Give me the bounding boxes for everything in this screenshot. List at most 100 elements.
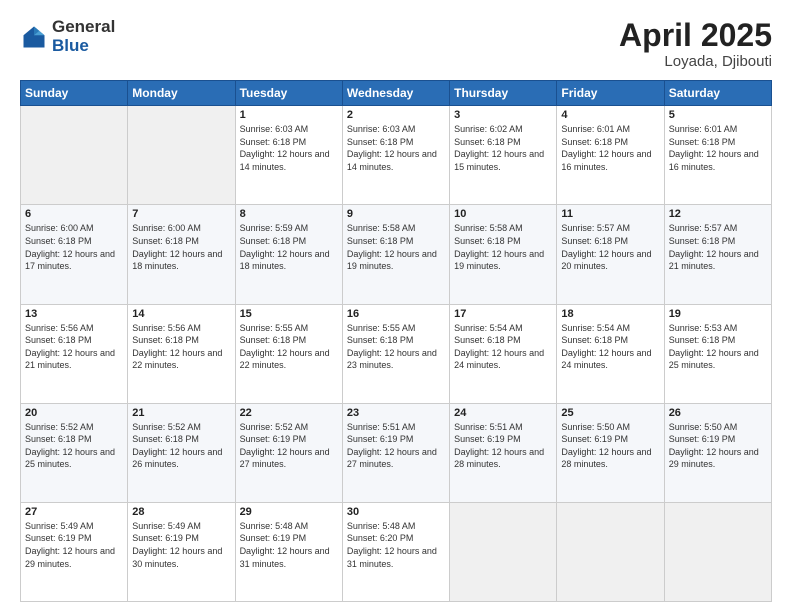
- day-cell: [21, 106, 128, 205]
- day-number: 20: [25, 407, 123, 419]
- page: General Blue April 2025 Loyada, Djibouti…: [0, 0, 792, 612]
- day-cell: 20Sunrise: 5:52 AM Sunset: 6:18 PM Dayli…: [21, 403, 128, 502]
- month-title: April 2025: [619, 18, 772, 53]
- weekday-header-thursday: Thursday: [450, 81, 557, 106]
- day-info: Sunrise: 5:51 AM Sunset: 6:19 PM Dayligh…: [347, 421, 445, 471]
- day-info: Sunrise: 6:01 AM Sunset: 6:18 PM Dayligh…: [669, 123, 767, 173]
- day-number: 24: [454, 407, 552, 419]
- day-cell: 25 Sunrise: 5:50 AM Sunset: 6:19 PM Dayli…: [557, 403, 664, 502]
- weekday-header-friday: Friday: [557, 81, 664, 106]
- day-number: 25: [561, 407, 659, 419]
- day-info: Sunrise: 5:48 AM Sunset: 6:20 PM Dayligh…: [347, 520, 445, 570]
- day-number: 10: [454, 208, 552, 220]
- day-cell: [557, 502, 664, 601]
- logo-icon: [20, 23, 48, 51]
- day-cell: 16 Sunrise: 5:55 AM Sunset: 6:18 PM Dayli…: [342, 304, 449, 403]
- day-cell: 10 Sunrise: 5:58 AM Sunset: 6:18 PM Dayli…: [450, 205, 557, 304]
- day-cell: [664, 502, 771, 601]
- day-cell: 2 Sunrise: 6:03 AM Sunset: 6:18 PM Daylig…: [342, 106, 449, 205]
- weekday-header-wednesday: Wednesday: [342, 81, 449, 106]
- day-info: Sunrise: 6:02 AM Sunset: 6:18 PM Dayligh…: [454, 123, 552, 173]
- day-cell: 22 Sunrise: 5:52 AM Sunset: 6:19 PM Dayli…: [235, 403, 342, 502]
- day-number: 28: [132, 506, 230, 518]
- day-number: 2: [347, 109, 445, 121]
- day-cell: [128, 106, 235, 205]
- day-number: 29: [240, 506, 338, 518]
- day-number: 7: [132, 208, 230, 220]
- day-number: 26: [669, 407, 767, 419]
- day-number: 12: [669, 208, 767, 220]
- logo-text: General Blue: [52, 18, 115, 55]
- day-cell: 27 Sunrise: 5:49 AM Sunset: 6:19 PM Dayli…: [21, 502, 128, 601]
- day-cell: 8Sunrise: 5:59 AM Sunset: 6:18 PM Daylig…: [235, 205, 342, 304]
- day-cell: 1 Sunrise: 6:03 AM Sunset: 6:18 PM Daylig…: [235, 106, 342, 205]
- day-info: Sunrise: 5:52 AM Sunset: 6:18 PM Dayligh…: [132, 421, 230, 471]
- day-cell: 13Sunrise: 5:56 AM Sunset: 6:18 PM Dayli…: [21, 304, 128, 403]
- title-area: April 2025 Loyada, Djibouti: [619, 18, 772, 70]
- day-number: 19: [669, 308, 767, 320]
- day-number: 16: [347, 308, 445, 320]
- day-number: 11: [561, 208, 659, 220]
- day-cell: 15Sunrise: 5:55 AM Sunset: 6:18 PM Dayli…: [235, 304, 342, 403]
- day-number: 18: [561, 308, 659, 320]
- day-number: 5: [669, 109, 767, 121]
- day-number: 22: [240, 407, 338, 419]
- day-cell: 29 Sunrise: 5:48 AM Sunset: 6:19 PM Dayli…: [235, 502, 342, 601]
- week-row-5: 27 Sunrise: 5:49 AM Sunset: 6:19 PM Dayli…: [21, 502, 772, 601]
- day-info: Sunrise: 5:57 AM Sunset: 6:18 PM Dayligh…: [561, 222, 659, 272]
- week-row-1: 1 Sunrise: 6:03 AM Sunset: 6:18 PM Daylig…: [21, 106, 772, 205]
- week-row-4: 20 Sunrise: 5:52 AM Sunset: 6:18 PM Dayli…: [21, 403, 772, 502]
- day-info: Sunrise: 6:00 AM Sunset: 6:18 PM Dayligh…: [132, 222, 230, 272]
- day-number: 4: [561, 109, 659, 121]
- day-info: Sunrise: 5:50 AM Sunset: 6:19 PM Dayligh…: [561, 421, 659, 471]
- day-info: Sunrise: 5:49 AM Sunset: 6:19 PM Dayligh…: [25, 520, 123, 570]
- weekday-header-row: SundayMondayTuesdayWednesdayThursdayFrid…: [21, 81, 772, 106]
- day-number: 6: [25, 208, 123, 220]
- day-number: 30: [347, 506, 445, 518]
- location-title: Loyada, Djibouti: [619, 53, 772, 70]
- day-cell: 4 Sunrise: 6:01 AM Sunset: 6:18 PM Daylig…: [557, 106, 664, 205]
- calendar-table: SundayMondayTuesdayWednesdayThursdayFrid…: [20, 80, 772, 602]
- day-info: Sunrise: 5:54 AM Sunset: 6:18 PM Dayligh…: [561, 322, 659, 372]
- day-number: 23: [347, 407, 445, 419]
- day-number: 1: [240, 109, 338, 121]
- day-cell: 24 Sunrise: 5:51 AM Sunset: 6:19 PM Dayli…: [450, 403, 557, 502]
- day-info: Sunrise: 5:59 AM Sunset: 6:18 PM Dayligh…: [240, 222, 338, 272]
- weekday-header-monday: Monday: [128, 81, 235, 106]
- logo-blue: Blue: [52, 37, 115, 56]
- day-info: Sunrise: 5:55 AM Sunset: 6:18 PM Dayligh…: [347, 322, 445, 372]
- day-number: 21: [132, 407, 230, 419]
- day-number: 9: [347, 208, 445, 220]
- day-info: Sunrise: 5:50 AM Sunset: 6:19 PM Dayligh…: [669, 421, 767, 471]
- weekday-header-sunday: Sunday: [21, 81, 128, 106]
- day-cell: 18 Sunrise: 5:54 AM Sunset: 6:18 PM Dayli…: [557, 304, 664, 403]
- day-cell: 23 Sunrise: 5:51 AM Sunset: 6:19 PM Dayli…: [342, 403, 449, 502]
- header: General Blue April 2025 Loyada, Djibouti: [20, 18, 772, 70]
- logo: General Blue: [20, 18, 115, 55]
- day-info: Sunrise: 5:51 AM Sunset: 6:19 PM Dayligh…: [454, 421, 552, 471]
- day-cell: [450, 502, 557, 601]
- day-info: Sunrise: 5:52 AM Sunset: 6:19 PM Dayligh…: [240, 421, 338, 471]
- day-info: Sunrise: 6:03 AM Sunset: 6:18 PM Dayligh…: [240, 123, 338, 173]
- day-info: Sunrise: 5:58 AM Sunset: 6:18 PM Dayligh…: [454, 222, 552, 272]
- day-cell: 19 Sunrise: 5:53 AM Sunset: 6:18 PM Dayli…: [664, 304, 771, 403]
- day-info: Sunrise: 5:55 AM Sunset: 6:18 PM Dayligh…: [240, 322, 338, 372]
- day-number: 17: [454, 308, 552, 320]
- day-info: Sunrise: 5:57 AM Sunset: 6:18 PM Dayligh…: [669, 222, 767, 272]
- day-cell: 9 Sunrise: 5:58 AM Sunset: 6:18 PM Daylig…: [342, 205, 449, 304]
- day-cell: 7 Sunrise: 6:00 AM Sunset: 6:18 PM Daylig…: [128, 205, 235, 304]
- day-info: Sunrise: 5:49 AM Sunset: 6:19 PM Dayligh…: [132, 520, 230, 570]
- weekday-header-tuesday: Tuesday: [235, 81, 342, 106]
- day-info: Sunrise: 5:48 AM Sunset: 6:19 PM Dayligh…: [240, 520, 338, 570]
- day-number: 27: [25, 506, 123, 518]
- day-cell: 28 Sunrise: 5:49 AM Sunset: 6:19 PM Dayli…: [128, 502, 235, 601]
- weekday-header-saturday: Saturday: [664, 81, 771, 106]
- day-info: Sunrise: 5:54 AM Sunset: 6:18 PM Dayligh…: [454, 322, 552, 372]
- day-info: Sunrise: 6:01 AM Sunset: 6:18 PM Dayligh…: [561, 123, 659, 173]
- day-info: Sunrise: 5:53 AM Sunset: 6:18 PM Dayligh…: [669, 322, 767, 372]
- day-info: Sunrise: 6:03 AM Sunset: 6:18 PM Dayligh…: [347, 123, 445, 173]
- day-number: 3: [454, 109, 552, 121]
- week-row-3: 13Sunrise: 5:56 AM Sunset: 6:18 PM Dayli…: [21, 304, 772, 403]
- day-cell: 5 Sunrise: 6:01 AM Sunset: 6:18 PM Daylig…: [664, 106, 771, 205]
- day-info: Sunrise: 5:58 AM Sunset: 6:18 PM Dayligh…: [347, 222, 445, 272]
